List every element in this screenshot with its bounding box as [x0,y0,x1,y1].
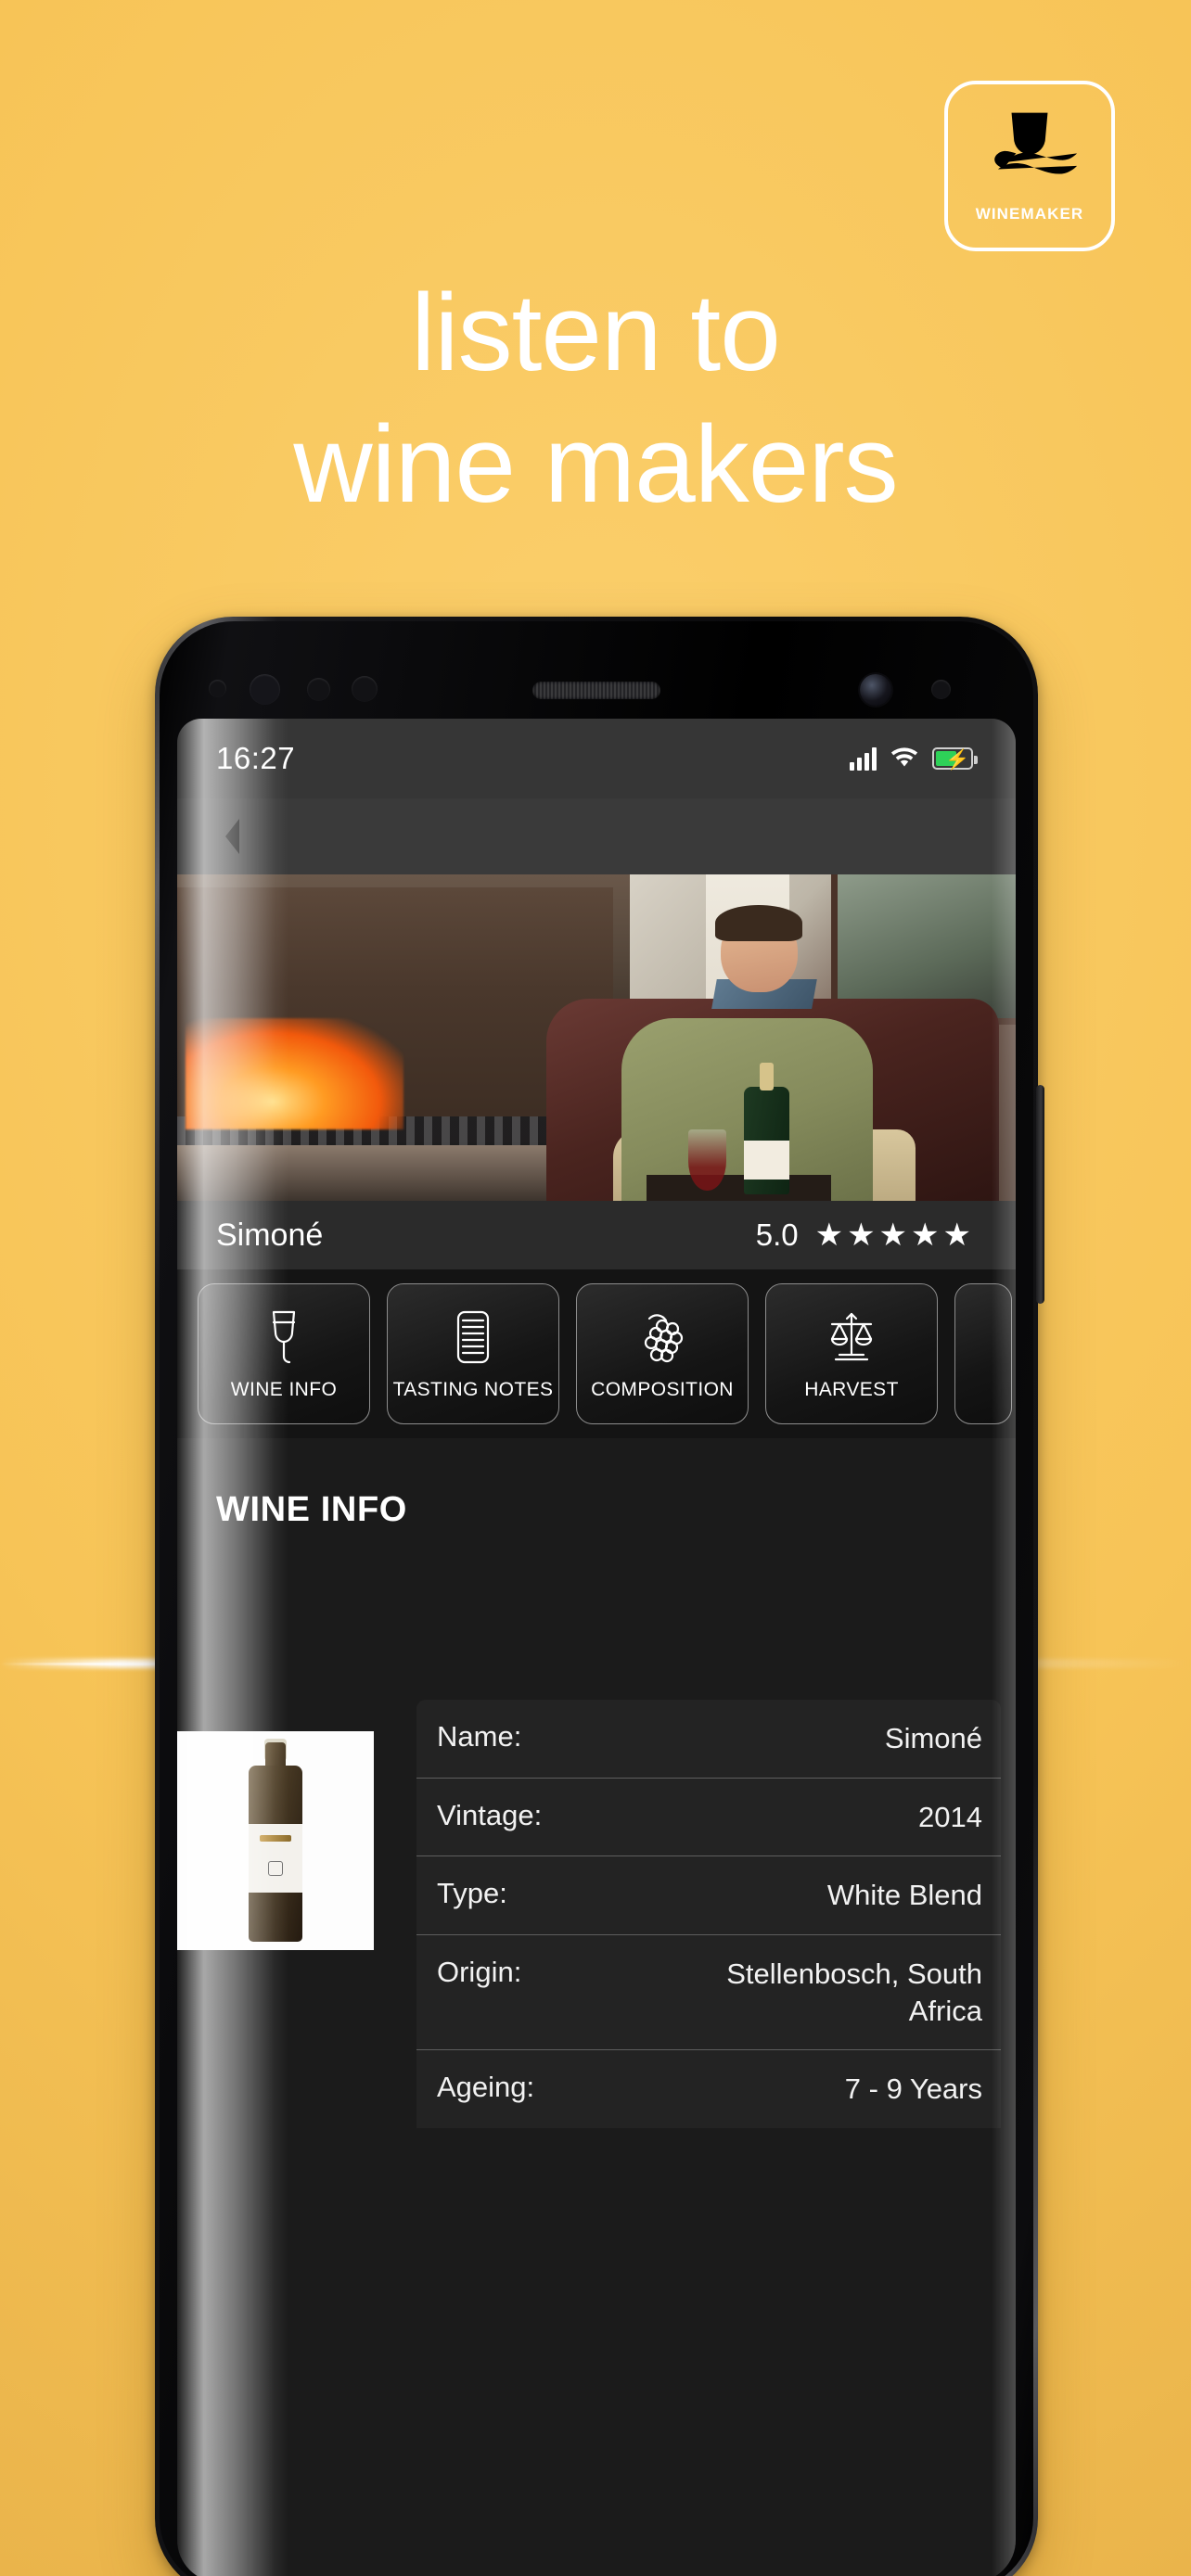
table-row: Origin: Stellenbosch, South Africa [416,1935,1001,2051]
tab-next-partial[interactable] [954,1283,1012,1424]
section-title: WINE INFO [216,1490,407,1529]
wine-glass-icon [263,1307,304,1368]
headline-line-1: listen to [411,272,781,394]
tab-label: COMPOSITION [591,1379,734,1400]
wifi-icon [890,747,918,767]
status-bar-icons: ⚡ [850,746,978,771]
led-indicator-icon [931,680,951,699]
tab-label: HARVEST [804,1379,899,1400]
notes-lines-icon [452,1307,494,1368]
wine-detail-table: Name: Simoné Vintage: 2014 Type: White B… [416,1700,1001,2129]
headline-line-2: wine makers [293,403,898,526]
phone-screen: 16:27 ⚡ Simoné 5.0 ★★★★★ WINE INFO TASTI… [177,719,1016,2576]
earpiece-speaker-icon [532,682,660,699]
hero-side-table [647,1174,832,1201]
hero-person-hair [715,905,803,942]
table-row: Vintage: 2014 [416,1779,1001,1857]
hero-fire-flames [186,1017,404,1129]
detail-key: Vintage: [437,1798,543,1831]
detail-key: Origin: [437,1956,522,1989]
rating-value: 5.0 [755,1218,799,1252]
front-camera-icon [860,674,891,706]
grapes-icon [636,1307,688,1368]
status-bar-time: 16:27 [216,741,296,775]
winemaker-video-player[interactable] [177,874,1016,1201]
wine-bottle-thumbnail[interactable] [177,1731,374,1950]
detail-key: Type: [437,1877,507,1910]
chevron-left-icon[interactable] [220,815,244,858]
signal-bars-icon [850,746,877,771]
hero-wine-glass [687,1129,727,1192]
phone-mockup: 16:27 ⚡ Simoné 5.0 ★★★★★ WINE INFO TASTI… [155,617,1044,2576]
status-bar: 16:27 ⚡ [177,719,1016,798]
winemaker-logo-badge: WINEMAKER [944,81,1115,251]
proximity-sensor-icon [209,680,226,697]
hero-wine-bottle [744,1063,789,1194]
detail-value: 2014 [918,1800,982,1833]
table-row: Name: Simoné [416,1700,1001,1779]
detail-value: White Blend [826,1879,982,1912]
category-tab-strip[interactable]: WINE INFO TASTING NOTES COMPOSITION HARV… [177,1269,1016,1438]
light-sensor-icon [307,678,330,701]
battery-charging-icon: ⚡ [932,747,978,771]
scales-icon [826,1307,877,1368]
detail-key: Name: [437,1720,522,1753]
tab-composition[interactable]: COMPOSITION [576,1283,749,1424]
table-row: Ageing: 7 - 9 Years [416,2050,1001,2128]
app-nav-bar [177,798,1016,874]
wine-info-panel: WINE INFO Name: Simoné Vintage: 2014 Typ… [177,1438,1016,2576]
power-button[interactable] [1036,1085,1044,1304]
secondary-sensor-icon [352,676,378,702]
hand-holding-wine-glass-icon [994,112,1078,174]
wine-name: Simoné [216,1217,324,1253]
promo-headline: listen to wine makers [0,278,1191,519]
tab-label: TASTING NOTES [392,1379,554,1400]
iris-scanner-icon [250,674,280,705]
table-row: Type: White Blend [416,1856,1001,1936]
detail-key: Ageing: [437,2071,535,2104]
detail-value: Stellenbosch, South Africa [726,1958,982,2027]
logo-wordmark: WINEMAKER [975,205,1084,223]
detail-value: 7 - 9 Years [844,2072,982,2106]
wine-rating: 5.0 ★★★★★ [756,1217,975,1254]
tab-wine-info[interactable]: WINE INFO [198,1283,370,1424]
phone-top-bezel [194,644,999,728]
tab-tasting-notes[interactable]: TASTING NOTES [387,1283,559,1424]
tab-harvest[interactable]: HARVEST [765,1283,938,1424]
detail-value: Simoné [884,1722,982,1754]
tab-label: WINE INFO [230,1379,338,1400]
rating-stars-icon: ★★★★★ [814,1218,975,1253]
wine-title-bar: Simoné 5.0 ★★★★★ [177,1201,1016,1269]
